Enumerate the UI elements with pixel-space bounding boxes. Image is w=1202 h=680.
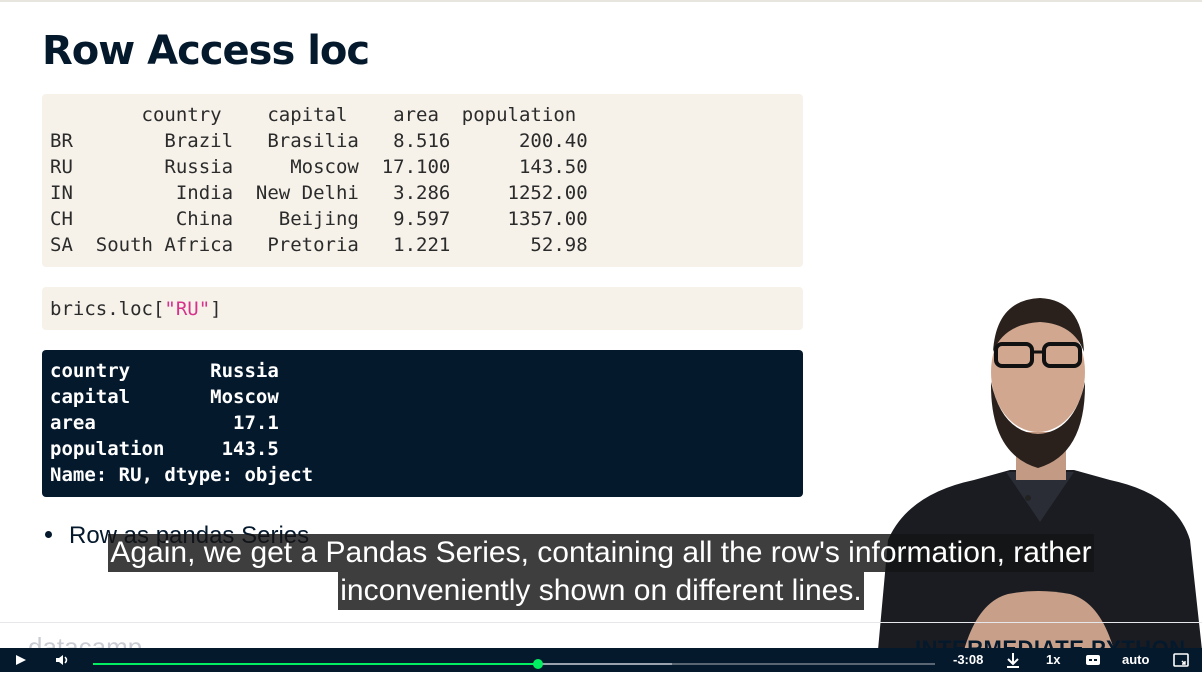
out-line-area: area 17.1 bbox=[50, 412, 279, 434]
played-range bbox=[93, 663, 538, 665]
time-remaining: -3:08 bbox=[953, 652, 984, 667]
df-row-br: BR Brazil Brasilia 8.516 200.40 bbox=[50, 130, 588, 152]
captions-button[interactable] bbox=[1085, 648, 1101, 672]
play-button[interactable] bbox=[14, 648, 28, 672]
subtitles: Again, we get a Pandas Series, containin… bbox=[0, 534, 1202, 610]
captions-icon bbox=[1086, 655, 1100, 665]
out-line-capital: capital Moscow bbox=[50, 386, 279, 408]
player-controls: -3:08 1x auto bbox=[0, 648, 1202, 672]
datacamp-logo: datacamp bbox=[28, 632, 142, 648]
series-output: country Russia capital Moscow area 17.1 pop… bbox=[42, 350, 803, 497]
logo-text: datacamp bbox=[28, 632, 143, 648]
slide-title: Row Access loc bbox=[42, 28, 370, 74]
dataframe-output: country capital area population BR Brazil… bbox=[42, 94, 803, 267]
footer-divider bbox=[0, 622, 1202, 623]
speed-button[interactable]: 1x bbox=[1046, 648, 1060, 672]
df-row-sa: SA South Africa Pretoria 1.221 52.98 bbox=[50, 234, 588, 256]
download-button[interactable] bbox=[1004, 648, 1022, 672]
seek-bar[interactable] bbox=[93, 659, 935, 669]
course-label: INTERMEDIATE PYTHON bbox=[915, 636, 1186, 648]
out-line-country: country Russia bbox=[50, 360, 279, 382]
fullscreen-icon bbox=[1173, 653, 1189, 667]
out-line-name: Name: RU, dtype: object bbox=[50, 464, 314, 486]
seek-handle[interactable] bbox=[532, 659, 543, 669]
fullscreen-button[interactable] bbox=[1172, 648, 1190, 672]
subtitle-line-2: inconveniently shown on different lines. bbox=[338, 572, 864, 610]
subtitle-line-1: Again, we get a Pandas Series, containin… bbox=[108, 534, 1094, 572]
quality-button[interactable]: auto bbox=[1122, 648, 1149, 672]
code-command: brics.loc["RU"] bbox=[42, 287, 803, 330]
cmd-string: "RU" bbox=[164, 298, 211, 320]
cmd-suffix: ] bbox=[210, 298, 222, 320]
cmd-prefix: brics.loc[ bbox=[50, 298, 165, 320]
play-icon bbox=[16, 655, 26, 665]
df-row-ru: RU Russia Moscow 17.100 143.50 bbox=[50, 156, 588, 178]
download-icon bbox=[1007, 653, 1019, 668]
df-row-in: IN India New Delhi 3.286 1252.00 bbox=[50, 182, 588, 204]
out-line-population: population 143.5 bbox=[50, 438, 279, 460]
volume-icon bbox=[56, 655, 68, 665]
df-header-line: country capital area population bbox=[50, 104, 577, 126]
df-row-ch: CH China Beijing 9.597 1357.00 bbox=[50, 208, 588, 230]
volume-button[interactable] bbox=[54, 648, 72, 672]
